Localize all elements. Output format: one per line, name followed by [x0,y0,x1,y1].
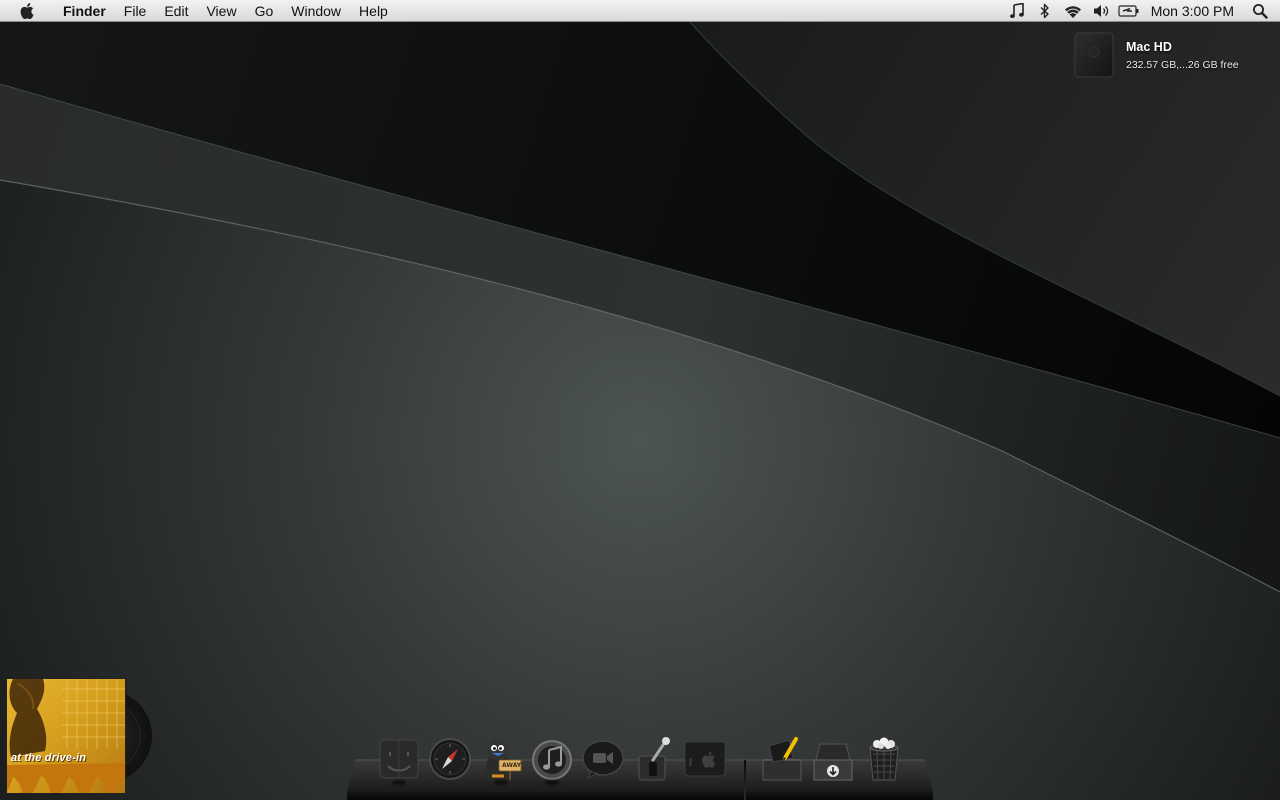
running-indicator [495,781,507,784]
system-preferences-switch-icon [638,737,670,781]
dock-item-adium[interactable]: AWAY [478,736,524,786]
adium-duck-icon [486,740,522,780]
dock-item-documents[interactable] [759,736,805,786]
wifi-icon[interactable] [1059,0,1087,22]
album-cover-title: at the drive-in [11,752,87,764]
dock-item-apple-store[interactable] [682,736,728,786]
itunes-icon [532,740,572,780]
dock: AWAY [347,736,933,800]
drive-name: Mac HD [1126,40,1172,54]
downloads-box-icon [813,743,853,781]
dock-item-safari[interactable] [427,736,473,786]
drive-capacity-info: 232.57 GB,...26 GB free [1126,59,1239,71]
dock-separator [744,760,746,800]
safari-compass-icon [429,738,471,780]
now-playing-album-widget[interactable]: at the drive-in [6,678,152,794]
apple-box-icon [684,741,726,777]
finder-icon [379,739,419,779]
menu-file[interactable]: File [115,0,156,22]
menu-go[interactable]: Go [246,0,283,22]
dock-item-itunes[interactable] [529,736,575,786]
menu-bar-clock[interactable]: Mon 3:00 PM [1143,0,1246,22]
dock-item-trash[interactable] [861,736,907,786]
desktop-drive-mac-hd[interactable]: Mac HD 232.57 GB,...26 GB free [1070,30,1270,82]
dock-item-facetime[interactable] [580,736,626,786]
music-note-icon[interactable] [1003,0,1031,22]
trash-full-icon [869,737,899,781]
running-indicator [393,781,405,784]
bluetooth-icon[interactable] [1031,0,1059,22]
menu-help[interactable]: Help [350,0,397,22]
menu-edit[interactable]: Edit [155,0,197,22]
dock-item-downloads[interactable] [810,736,856,786]
running-indicator [546,781,558,784]
dock-item-system-preferences[interactable] [631,736,677,786]
app-menu-finder[interactable]: Finder [54,0,115,22]
menu-view[interactable]: View [197,0,245,22]
menu-window[interactable]: Window [282,0,350,22]
volume-icon[interactable] [1087,0,1115,22]
hard-drive-icon [1074,32,1114,78]
album-cover-art: at the drive-in [6,678,126,794]
spotlight-search-icon[interactable] [1246,0,1274,22]
documents-stack-icon [762,737,802,781]
battery-icon[interactable] [1115,0,1143,22]
apple-menu-icon[interactable] [18,0,36,22]
dock-item-finder[interactable] [376,736,422,786]
adium-away-sign: AWAY [502,762,522,769]
menu-bar: Finder File Edit View Go Window Help Mon… [0,0,1280,22]
facetime-camera-icon [582,740,624,780]
desktop-wallpaper [0,0,1280,800]
